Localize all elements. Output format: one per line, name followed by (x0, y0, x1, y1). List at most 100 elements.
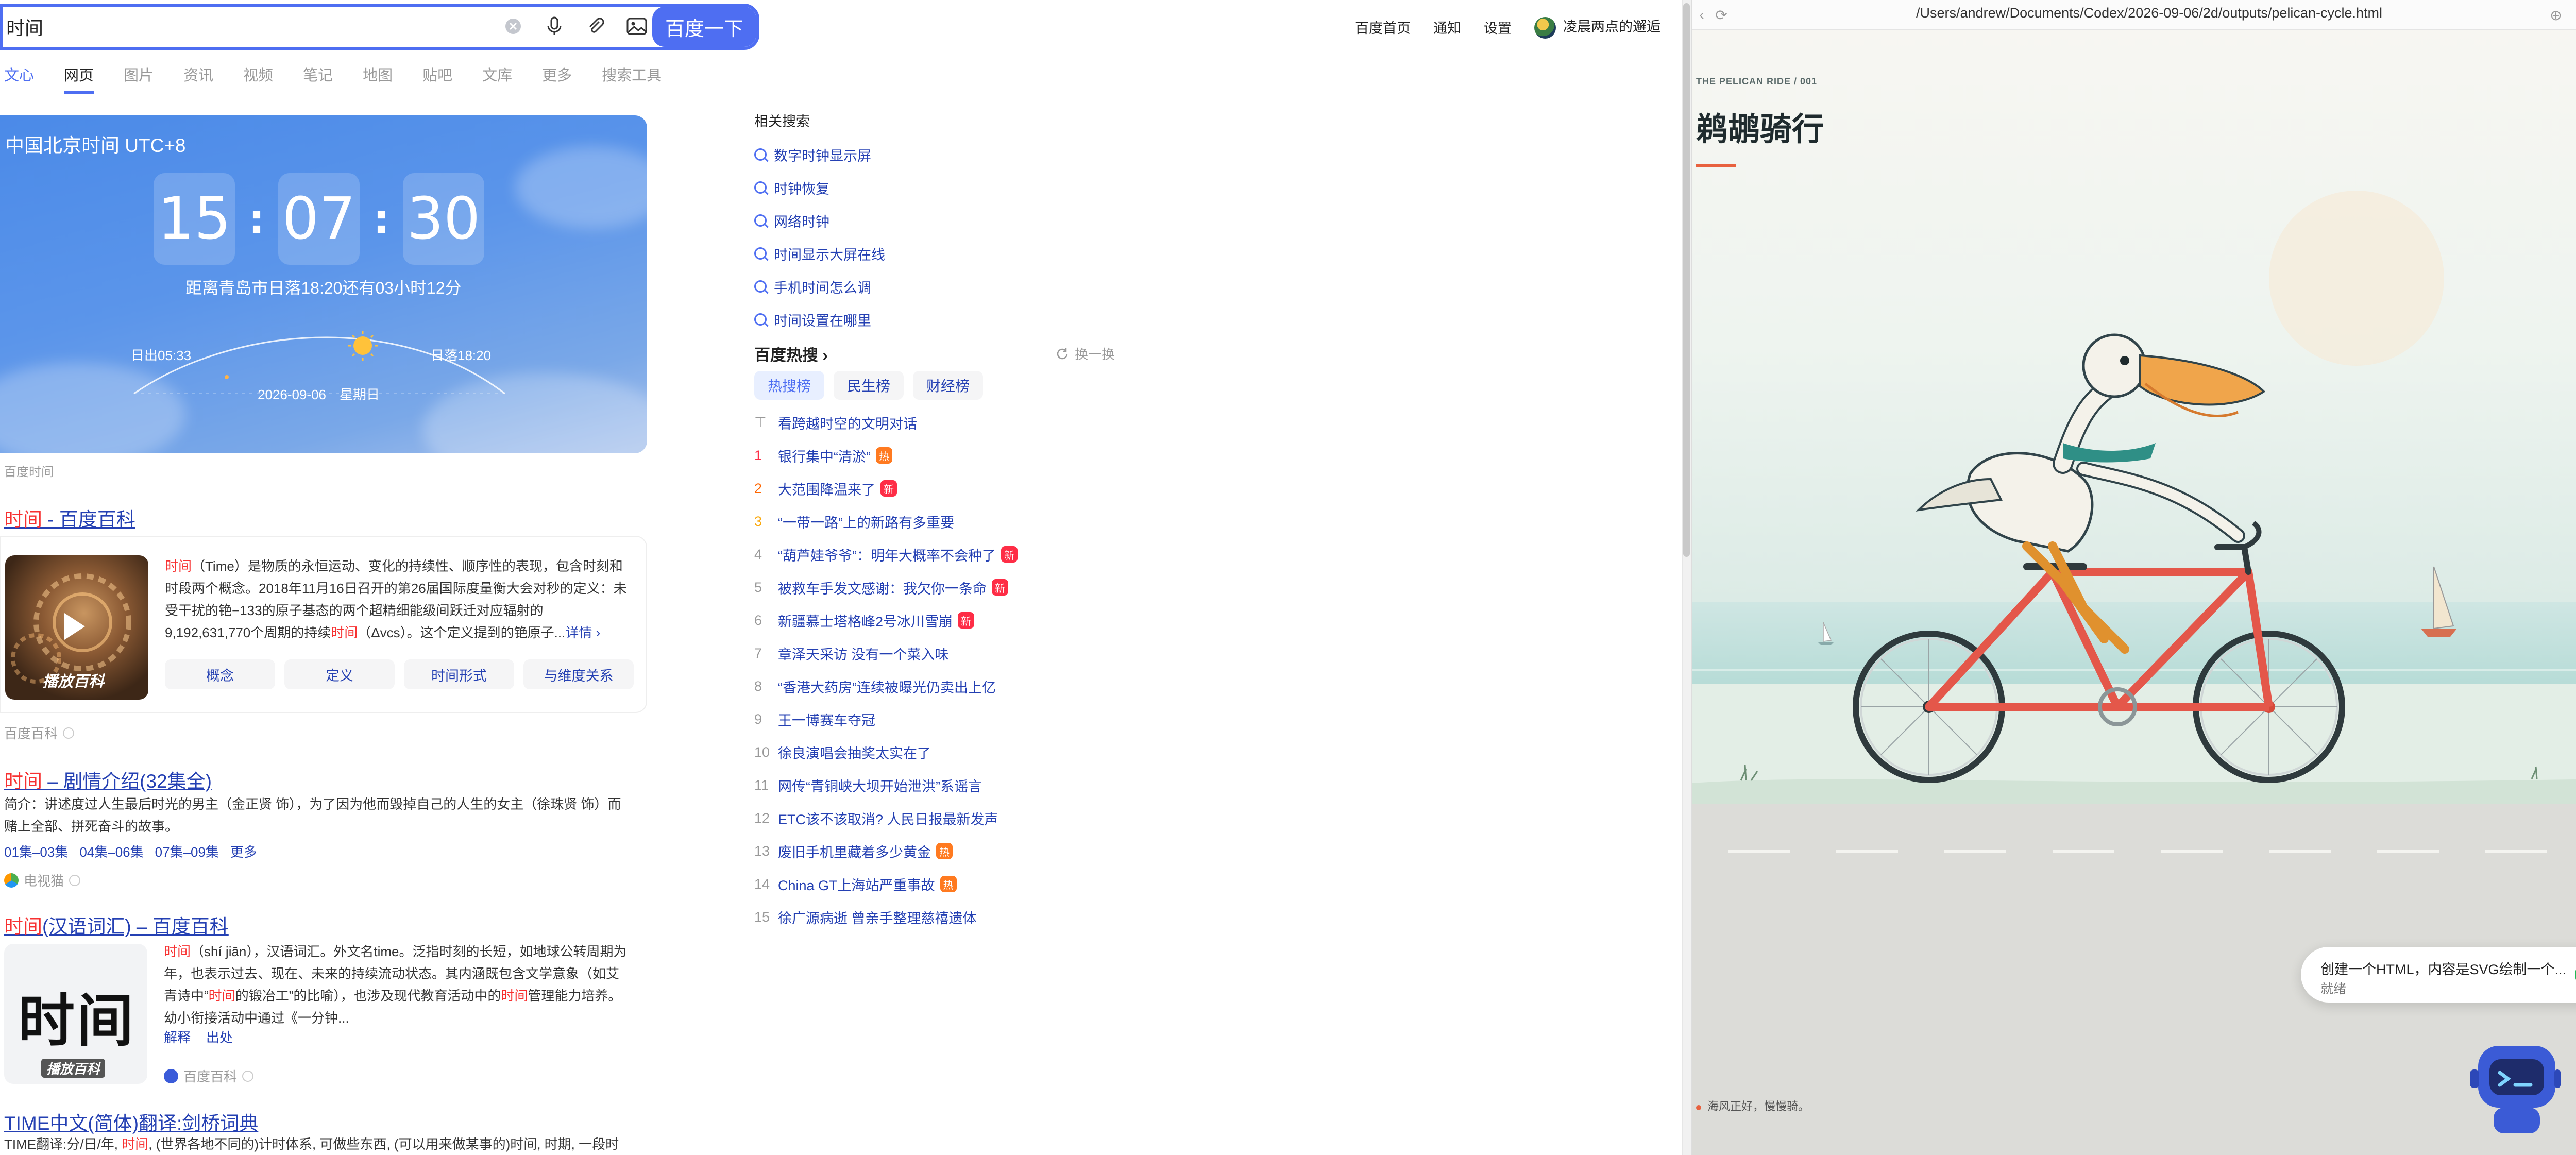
voice-search-icon[interactable] (544, 16, 565, 37)
search-input[interactable] (3, 14, 467, 40)
nav-notifications-link[interactable]: 通知 (1433, 17, 1461, 37)
result-source[interactable]: 电视猫 (4, 871, 81, 890)
hot-item-text: 网传“青铜峡大坝开始泄洪”系谣言 (778, 778, 982, 794)
beijing-time-card[interactable]: 中国北京时间 UTC+8 15 : 07 : 30 距离青岛市日落18:20还有… (0, 115, 647, 453)
tab-hot-search[interactable]: 热搜榜 (754, 371, 825, 400)
result-title-baike[interactable]: 时间 - 百度百科 (4, 504, 135, 532)
hot-item[interactable]: 1 银行集中“清淤” 热 (754, 439, 1018, 472)
related-item[interactable]: 网络时钟 (754, 204, 885, 237)
related-item[interactable]: 时间设置在哪里 (754, 303, 885, 336)
hot-rank: 1 (754, 447, 762, 463)
origin-link[interactable]: 出处 (206, 1027, 233, 1046)
tab-video[interactable]: 视频 (243, 63, 273, 94)
hot-item[interactable]: 9 王一博赛车夺冠 (754, 703, 1018, 736)
tab-finance[interactable]: 财经榜 (913, 371, 984, 400)
hot-item-text: 章泽天采访 没有一个菜入味 (778, 647, 949, 663)
hot-rank: 13 (754, 843, 770, 859)
details-link[interactable]: 详情 › (565, 625, 600, 640)
tab-more[interactable]: 更多 (542, 63, 572, 94)
nav-settings-link[interactable]: 设置 (1484, 17, 1512, 37)
episode-link[interactable]: 04集–06集 (79, 842, 143, 861)
explain-link[interactable]: 解释 (164, 1027, 191, 1046)
avatar (1534, 16, 1556, 39)
hot-item[interactable]: 7 章泽天采访 没有一个菜入味 (754, 637, 1018, 670)
page-kicker: THE PELICAN RIDE / 001 (1696, 76, 1818, 87)
hot-item-text: China GT上海站严重事故 (778, 877, 935, 893)
hot-item[interactable]: 15 徐广源病逝 曾亲手整理慈禧遗体 (754, 901, 1018, 933)
attachment-icon[interactable] (585, 16, 606, 37)
search-tabs: 文心 网页 图片 资讯 视频 笔记 地图 贴吧 文库 更多 搜索工具 (4, 63, 662, 94)
related-heading: 相关搜索 (754, 114, 810, 129)
assistant-mascot-icon[interactable] (2468, 1030, 2561, 1144)
hot-item[interactable]: 2 大范围降温来了新 (754, 472, 1018, 505)
chip-dimension[interactable]: 与维度关系 (523, 659, 634, 689)
tab-notes[interactable]: 笔记 (303, 63, 333, 94)
tab-maps[interactable]: 地图 (363, 63, 393, 94)
hot-item[interactable]: 5 被救车手发文感谢：我欠你一条命新 (754, 571, 1018, 604)
hot-search-header: 百度热搜 › 换一换 (754, 342, 1115, 365)
baike-video-thumbnail[interactable]: 播放百科 (5, 555, 148, 700)
result-source[interactable]: 百度百科 (164, 1066, 254, 1085)
refresh-button[interactable]: 换一换 (1055, 344, 1115, 363)
result-title-drama[interactable]: 时间 – 剧情介绍(32集全) (4, 766, 212, 793)
word-thumbnail[interactable]: 时间 播放百科 (4, 944, 147, 1084)
hot-item[interactable]: 3 “一带一路”上的新路有多重要 (754, 505, 1018, 538)
hot-item[interactable]: 4 “葫芦娃爷爷”：明年大概率不会种了新 (754, 538, 1018, 571)
tab-images[interactable]: 图片 (124, 63, 154, 94)
hot-item[interactable]: 11 网传“青铜峡大坝开始泄洪”系谣言 (754, 769, 1018, 802)
hot-item-text: 徐良演唱会抽奖太实在了 (778, 745, 931, 761)
tab-news[interactable]: 资讯 (183, 63, 213, 94)
search-icon (754, 181, 767, 194)
image-search-icon[interactable] (626, 16, 647, 37)
hot-item[interactable]: 12 ETC该不该取消? 人民日报最新发声 (754, 802, 1018, 835)
hot-item[interactable]: 10 徐良演唱会抽奖太实在了 (754, 736, 1018, 769)
clock-source[interactable]: 百度时间 (4, 462, 54, 480)
hot-item[interactable]: 14 China GT上海站严重事故热 (754, 868, 1018, 901)
episode-link[interactable]: 07集–09集 (155, 842, 219, 861)
user-menu[interactable]: 凌晨两点的邂逅 (1534, 15, 1660, 39)
related-item[interactable]: 数字时钟显示屏 (754, 138, 885, 171)
hot-item-pinned[interactable]: ⊤ 看跨越时空的文明对话 (754, 406, 1018, 439)
hot-item[interactable]: 6 新疆慕士塔格峰2号冰川雪崩新 (754, 604, 1018, 637)
page-title: 鹈鹕骑行 (1696, 112, 1824, 147)
search-button[interactable]: 百度一下 (652, 7, 756, 47)
nav-home-link[interactable]: 百度首页 (1355, 17, 1411, 37)
related-searches: 数字时钟显示屏 时钟恢复 网络时钟 时间显示大屏在线 手机时间怎么调 时间设置在… (754, 138, 885, 336)
tab-web[interactable]: 网页 (64, 63, 94, 94)
baike-card: 播放百科 时间（Time）是物质的永恒运动、变化的持续性、顺序性的表现，包含时刻… (0, 536, 647, 713)
hot-rank: 8 (754, 678, 762, 694)
clock-display: 15 : 07 : 30 (154, 173, 484, 265)
sun-icon (348, 331, 378, 361)
search-box: 百度一下 (0, 4, 759, 50)
episode-link[interactable]: 01集–03集 (4, 842, 68, 861)
hot-item-text: 被救车手发文感谢：我欠你一条命 (778, 581, 987, 597)
tab-wenku[interactable]: 文库 (482, 63, 512, 94)
scrollbar[interactable] (1683, 3, 1690, 557)
chip-definition[interactable]: 定义 (284, 659, 395, 689)
tab-search-tools[interactable]: 搜索工具 (602, 63, 662, 94)
tab-wenxin[interactable]: 文心 (4, 63, 34, 94)
clear-icon[interactable] (503, 16, 523, 37)
tvmao-icon (4, 873, 19, 888)
task-toast[interactable]: 创建一个HTML，内容是SVG绘制一个... 就绪 ✓ (2301, 947, 2576, 1003)
result-title-cambridge[interactable]: TIME中文(简体)翻译:剑桥词典 (4, 1108, 258, 1135)
result-source[interactable]: 百度百科 (4, 723, 75, 742)
chip-concept[interactable]: 概念 (165, 659, 275, 689)
hot-badge: 新 (880, 480, 897, 497)
related-item[interactable]: 时间显示大屏在线 (754, 237, 885, 270)
hot-search-title[interactable]: 百度热搜 › (754, 342, 828, 365)
hot-item[interactable]: 8 “香港大药房”连续被曝光仍卖出上亿 (754, 670, 1018, 703)
tab-tieba[interactable]: 贴吧 (422, 63, 452, 94)
cambridge-snippet: TIME翻译:分/日/年, 时间, (世界各地不同的)计时体系, 可做些东西, … (4, 1136, 619, 1152)
episode-more-link[interactable]: 更多 (230, 842, 257, 861)
related-item[interactable]: 时钟恢复 (754, 171, 885, 204)
chip-time-forms[interactable]: 时间形式 (404, 659, 514, 689)
search-results-page: 百度一下 百度首页 通知 设置 凌晨两点的邂逅 文心 网页 图片 资讯 视频 笔… (0, 0, 1691, 1155)
hot-item[interactable]: 13 废旧手机里藏着多少黄金热 (754, 835, 1018, 868)
related-item[interactable]: 手机时间怎么调 (754, 270, 885, 303)
chevron-right-icon: › (822, 346, 828, 364)
word-glyph: 时间 (18, 988, 135, 1054)
tab-livelihood[interactable]: 民生榜 (834, 371, 904, 400)
result-title-word[interactable]: 时间(汉语词汇) – 百度百科 (4, 911, 229, 939)
drama-snippet: 简介：讲述度过人生最后时光的男主（金正贤 饰），为了因为他而毁掉自己的人生的女主… (4, 796, 621, 834)
